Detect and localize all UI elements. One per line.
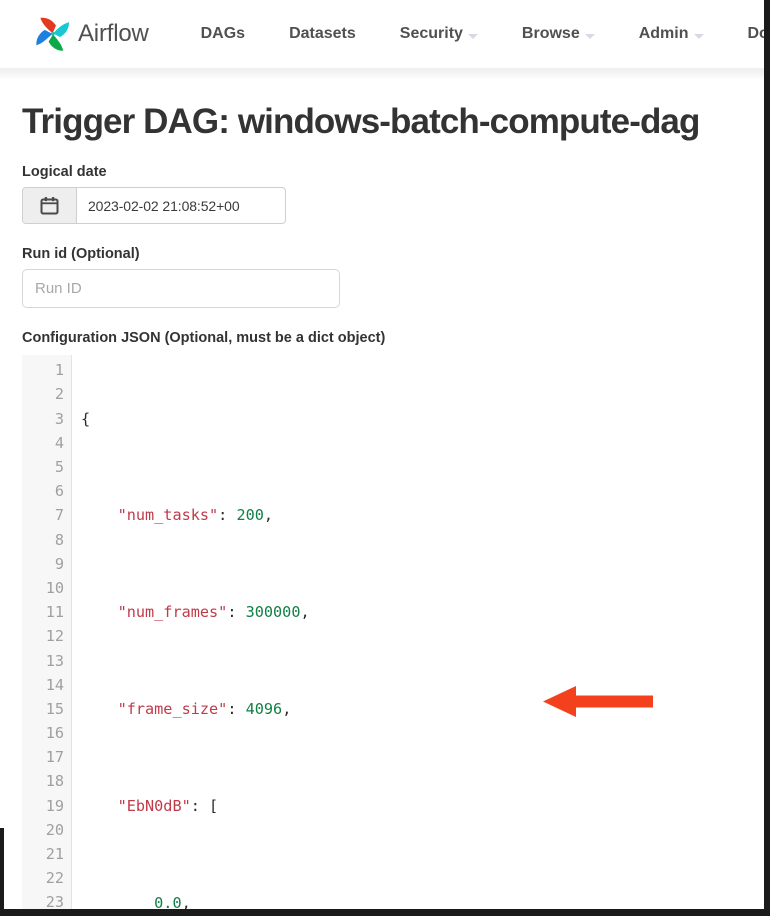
page-title: Trigger DAG: windows-batch-compute-dag xyxy=(22,102,700,141)
json-value: 300000 xyxy=(245,603,301,622)
line-number: 3 xyxy=(54,409,64,428)
nav-item-label: Admin xyxy=(638,25,689,42)
navbar-separator xyxy=(0,68,764,80)
line-number: 16 xyxy=(45,724,64,743)
run-id-label: Run id (Optional) xyxy=(22,246,140,263)
logical-date-value[interactable]: 2023-02-02 21:08:52+00 xyxy=(77,188,285,223)
airflow-brand-link[interactable]: Airflow xyxy=(32,13,149,55)
line-number: 22 xyxy=(45,869,64,888)
calendar-icon[interactable] xyxy=(23,188,77,224)
page-content: Trigger DAG: windows-batch-compute-dag L… xyxy=(0,80,764,916)
nav-item-browse[interactable]: Browse xyxy=(522,25,595,43)
code-line: "num_frames": 300000, xyxy=(117,603,310,622)
nav-menu: DAGs Datasets Security Browse Admin Docs xyxy=(201,25,770,43)
chevron-down-icon xyxy=(693,33,704,39)
editor-code-area[interactable]: { "num_tasks": 200, "num_frames": 300000… xyxy=(72,355,742,916)
json-value: 200 xyxy=(236,506,264,525)
window-edge-left xyxy=(0,828,4,916)
json-key: "EbN0dB" xyxy=(117,796,191,815)
nav-item-admin[interactable]: Admin xyxy=(639,25,704,43)
nav-item-datasets[interactable]: Datasets xyxy=(289,25,356,43)
code-line: { xyxy=(81,409,91,428)
run-id-input[interactable] xyxy=(22,269,340,309)
line-number: 7 xyxy=(54,506,64,525)
nav-item-security[interactable]: Security xyxy=(400,25,478,43)
logical-date-field[interactable]: 2023-02-02 21:08:52+00 xyxy=(22,187,286,225)
code-line: "EbN0dB": [ xyxy=(117,796,219,815)
nav-item-dags[interactable]: DAGs xyxy=(201,25,245,43)
line-number: 19 xyxy=(45,796,64,815)
line-number: 1 xyxy=(54,361,64,380)
nav-item-label: Browse xyxy=(521,25,580,42)
json-key: "frame_size" xyxy=(117,700,228,719)
nav-item-label: Datasets xyxy=(289,25,356,42)
line-number: 2 xyxy=(54,385,64,404)
nav-item-label: Security xyxy=(399,25,463,42)
editor-line-number-gutter: 1 2 3 4 5 6 7 8 9 10 11 12 13 14 15 16 1… xyxy=(22,355,72,916)
nav-item-label: DAGs xyxy=(200,25,246,42)
window-edge-right xyxy=(764,0,770,916)
line-number: 9 xyxy=(54,554,64,573)
logical-date-label: Logical date xyxy=(22,164,107,181)
main-navbar: Airflow DAGs Datasets Security Browse Ad… xyxy=(0,0,770,68)
chevron-down-icon xyxy=(467,33,478,39)
line-number: 6 xyxy=(54,482,64,501)
code-line: "frame_size": 4096, xyxy=(117,700,292,719)
line-number: 13 xyxy=(45,651,64,670)
line-number: 21 xyxy=(45,845,64,863)
brand-label: Airflow xyxy=(78,20,149,47)
configuration-json-editor[interactable]: 1 2 3 4 5 6 7 8 9 10 11 12 13 14 15 16 1… xyxy=(22,355,742,916)
line-number: 5 xyxy=(54,458,64,476)
configuration-json-label: Configuration JSON (Optional, must be a … xyxy=(22,330,386,347)
line-number: 17 xyxy=(45,748,64,767)
code-line: "num_tasks": 200, xyxy=(117,506,274,525)
json-key: "num_tasks" xyxy=(117,506,219,525)
line-number: 14 xyxy=(45,675,64,694)
window-edge-bottom xyxy=(0,909,770,916)
airflow-pinwheel-logo-icon xyxy=(32,13,74,55)
chevron-down-icon xyxy=(584,33,595,39)
line-number: 8 xyxy=(54,530,64,549)
line-number: 10 xyxy=(45,578,64,597)
json-value: 4096 xyxy=(245,700,283,719)
line-number: 20 xyxy=(45,820,64,839)
trigger-dag-page: Airflow DAGs Datasets Security Browse Ad… xyxy=(0,0,770,916)
line-number: 18 xyxy=(45,772,64,791)
line-number: 11 xyxy=(45,603,64,622)
line-number: 12 xyxy=(45,627,64,646)
line-number: 15 xyxy=(45,699,64,718)
line-number: 4 xyxy=(54,433,64,452)
json-key: "num_frames" xyxy=(117,603,228,622)
